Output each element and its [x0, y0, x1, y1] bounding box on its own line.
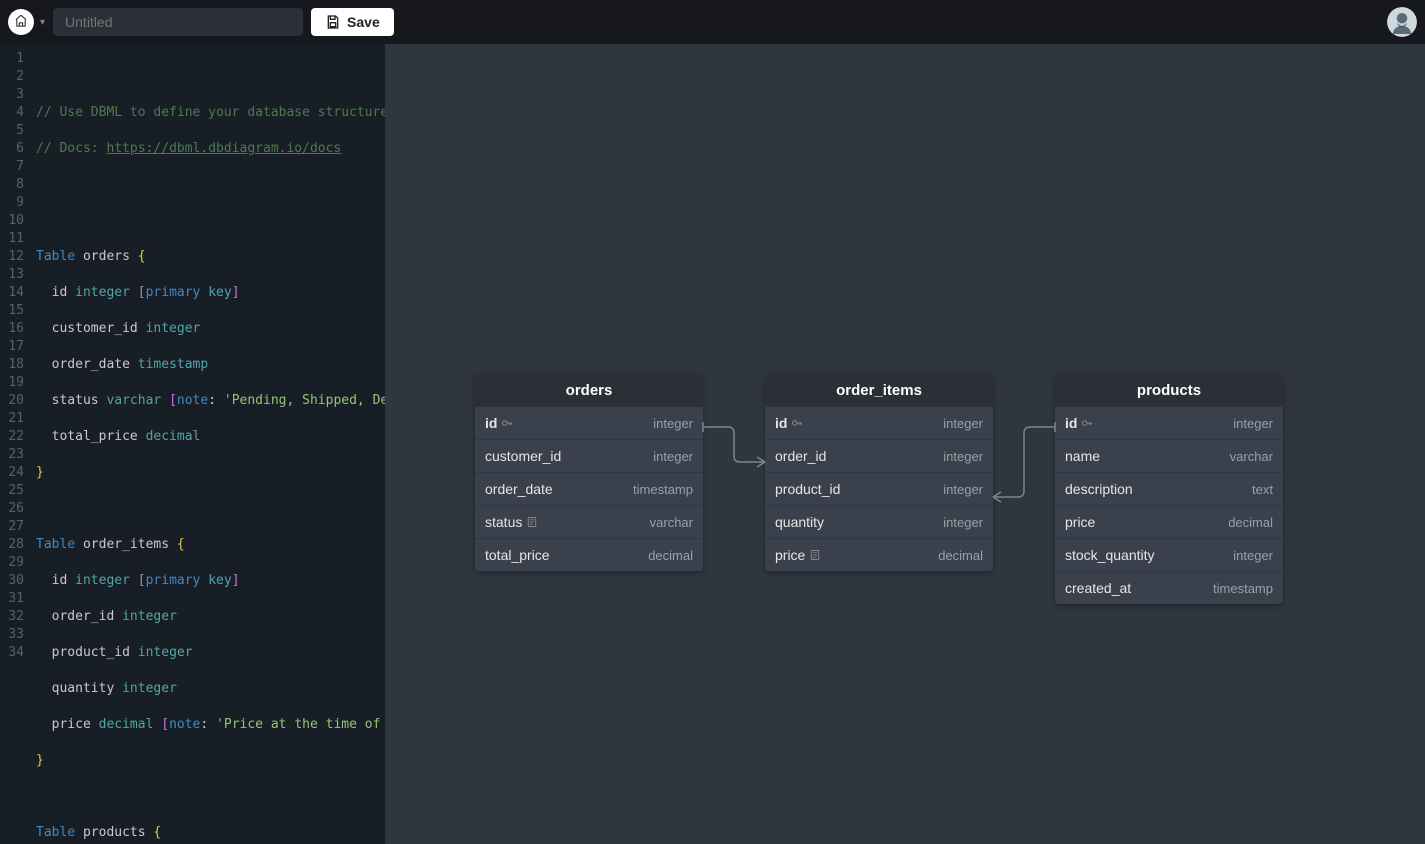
- table-row[interactable]: quantity integer: [765, 505, 993, 538]
- column-type: integer: [943, 416, 983, 431]
- column-name: status: [485, 514, 538, 530]
- column-name: id: [1065, 415, 1093, 431]
- column-name: name: [1065, 448, 1100, 464]
- column-type: integer: [943, 449, 983, 464]
- table-row[interactable]: stock_quantity integer: [1055, 538, 1283, 571]
- column-type: timestamp: [633, 482, 693, 497]
- column-name: description: [1065, 481, 1133, 497]
- key-icon: [791, 417, 803, 429]
- column-type: text: [1252, 482, 1273, 497]
- table-products-header: products: [1055, 374, 1283, 407]
- save-button-label: Save: [347, 14, 380, 30]
- code-content[interactable]: // Use DBML to define your database stru…: [32, 44, 385, 844]
- column-type: varchar: [1230, 449, 1273, 464]
- diagram-title-input[interactable]: [53, 8, 303, 36]
- topbar: ▾ Save: [0, 0, 1425, 44]
- save-button[interactable]: Save: [311, 8, 394, 36]
- column-type: decimal: [1228, 515, 1273, 530]
- table-row[interactable]: id integer: [475, 407, 703, 439]
- table-row[interactable]: status varchar: [475, 505, 703, 538]
- table-row[interactable]: total_price decimal: [475, 538, 703, 571]
- table-order-items[interactable]: order_items id integerorder_idintegerpro…: [765, 374, 993, 571]
- note-icon: [526, 516, 538, 528]
- column-type: integer: [943, 515, 983, 530]
- column-type: decimal: [938, 548, 983, 563]
- key-icon: [501, 417, 513, 429]
- column-name: price: [1065, 514, 1095, 530]
- column-name: price: [775, 547, 821, 563]
- column-name: quantity: [775, 514, 824, 530]
- table-order-items-header: order_items: [765, 374, 993, 407]
- table-row[interactable]: id integer: [765, 407, 993, 439]
- column-name: order_date: [485, 481, 553, 497]
- line-number-gutter: 1234567891011121314151617181920212223242…: [0, 44, 32, 844]
- relation-order-items-to-orders: [703, 422, 765, 472]
- column-name: customer_id: [485, 448, 561, 464]
- column-type: decimal: [648, 548, 693, 563]
- column-type: integer: [653, 416, 693, 431]
- table-row[interactable]: price decimal: [1055, 505, 1283, 538]
- column-type: varchar: [650, 515, 693, 530]
- table-row[interactable]: customer_id integer: [475, 439, 703, 472]
- table-row[interactable]: description text: [1055, 472, 1283, 505]
- column-type: integer: [943, 482, 983, 497]
- column-name: order_id: [775, 448, 826, 464]
- relation-order-items-to-products: [993, 422, 1055, 502]
- column-type: integer: [1233, 416, 1273, 431]
- table-orders[interactable]: orders id integer customer_id integer order…: [475, 374, 703, 571]
- table-row[interactable]: price decimal: [765, 538, 993, 571]
- table-row[interactable]: id integer: [1055, 407, 1283, 439]
- table-orders-header: orders: [475, 374, 703, 407]
- column-type: integer: [653, 449, 693, 464]
- table-row[interactable]: name varchar: [1055, 439, 1283, 472]
- key-icon: [1081, 417, 1093, 429]
- column-name: total_price: [485, 547, 550, 563]
- table-row[interactable]: order_date timestamp: [475, 472, 703, 505]
- table-products[interactable]: products id integer name varchar descriptio…: [1055, 374, 1283, 604]
- column-type: timestamp: [1213, 581, 1273, 596]
- column-name: created_at: [1065, 580, 1131, 596]
- app-logo[interactable]: [8, 9, 34, 35]
- column-name: stock_quantity: [1065, 547, 1155, 563]
- note-icon: [809, 549, 821, 561]
- user-avatar[interactable]: [1387, 7, 1417, 37]
- logo-dropdown-chevron-icon[interactable]: ▾: [40, 17, 45, 28]
- column-name: id: [775, 415, 803, 431]
- code-editor[interactable]: 1234567891011121314151617181920212223242…: [0, 44, 385, 844]
- table-row[interactable]: created_at timestamp: [1055, 571, 1283, 604]
- save-icon: [325, 14, 341, 30]
- column-name: id: [485, 415, 513, 431]
- table-row[interactable]: order_id integer: [765, 439, 993, 472]
- column-name: product_id: [775, 481, 840, 497]
- column-type: integer: [1233, 548, 1273, 563]
- table-row[interactable]: product_id integer: [765, 472, 993, 505]
- diagram-canvas[interactable]: orders id integercustomer_idintegerorder…: [385, 44, 1425, 844]
